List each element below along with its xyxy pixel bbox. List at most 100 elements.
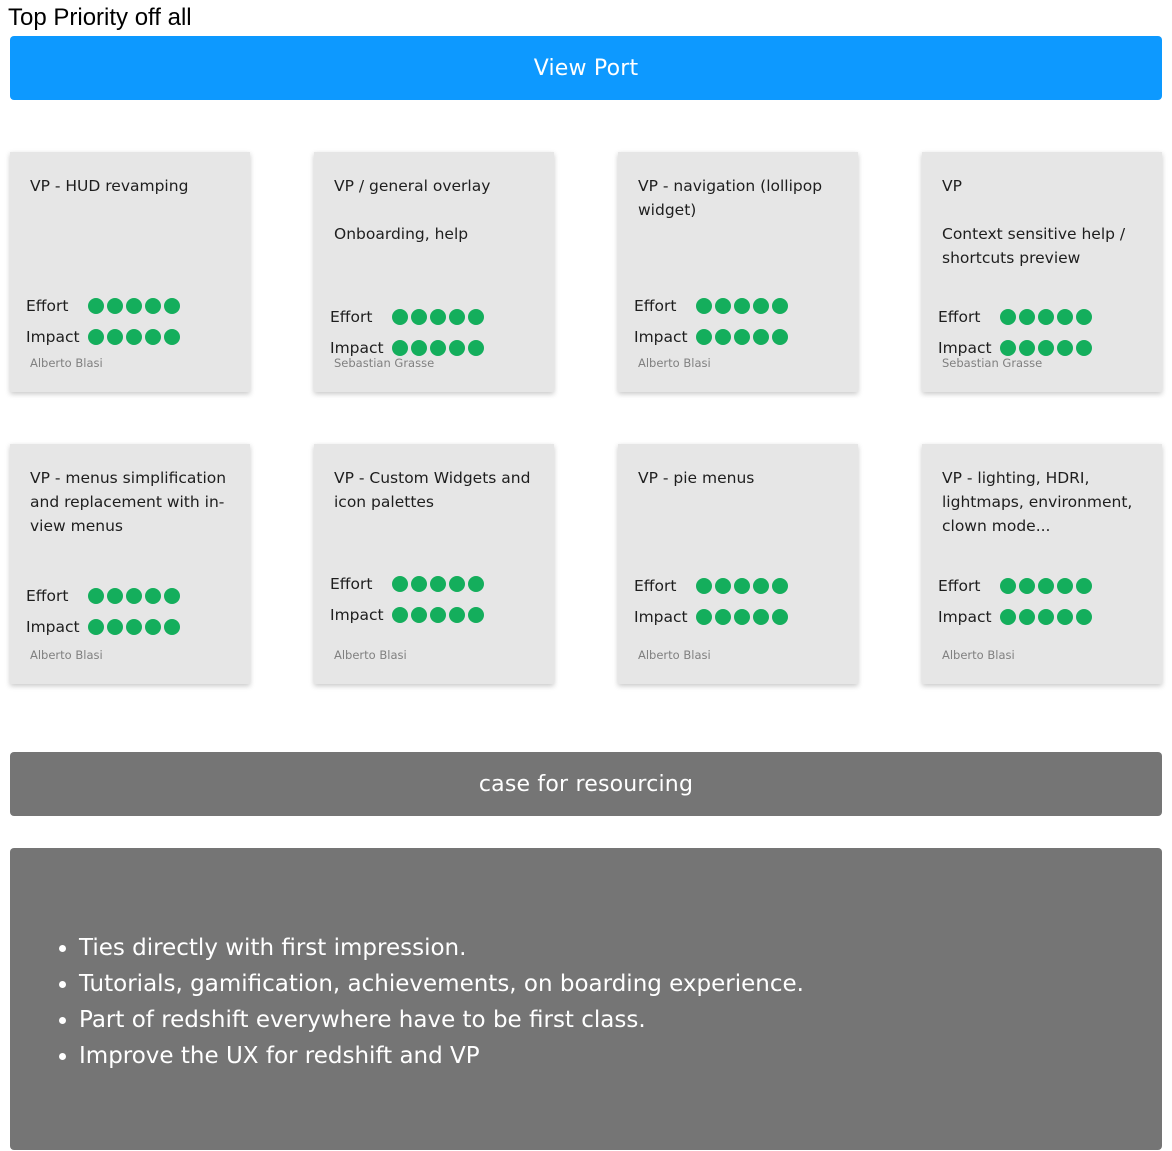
rating-dot[interactable] [126,618,142,635]
rating-dot[interactable] [1076,308,1092,325]
rating-dot[interactable] [1000,577,1016,594]
rating-dot[interactable] [753,577,769,594]
sticky-note-card[interactable]: VP Context sensitive help / shortcuts pr… [922,152,1162,392]
rating-dot[interactable] [107,618,123,635]
rating-dot[interactable] [1076,608,1092,625]
rating-dot[interactable] [1038,608,1054,625]
rating-dot[interactable] [449,308,465,325]
sticky-note-card[interactable]: VP - lighting, HDRI, lightmaps, environm… [922,444,1162,684]
effort-label: Effort [938,307,981,326]
rating-dot[interactable] [1000,608,1016,625]
rating-dot[interactable] [126,297,142,314]
impact-label: Impact [634,607,688,626]
case-bullet-item: Improve the UX for redshift and VP [79,1038,804,1074]
rating-dot[interactable] [715,328,731,345]
case-section-body[interactable]: Ties directly with first impression.Tuto… [10,848,1162,1150]
rating-dot[interactable] [411,606,427,623]
rating-dot[interactable] [1057,577,1073,594]
rating-dot[interactable] [753,297,769,314]
rating-dot[interactable] [1019,308,1035,325]
rating-dot[interactable] [145,618,161,635]
rating-dot[interactable] [107,328,123,345]
rating-dot[interactable] [430,606,446,623]
rating-dot[interactable] [1038,339,1054,356]
rating-dot[interactable] [145,297,161,314]
rating-dot[interactable] [88,618,104,635]
rating-dot[interactable] [715,577,731,594]
rating-dot[interactable] [468,606,484,623]
rating-dot[interactable] [1076,577,1092,594]
rating-dot[interactable] [88,587,104,604]
rating-dot[interactable] [88,328,104,345]
rating-dot[interactable] [772,608,788,625]
sticky-note-card[interactable]: VP - pie menus Effort Impact Alberto Blasi [618,444,858,684]
rating-dot[interactable] [734,297,750,314]
rating-dot[interactable] [126,328,142,345]
rating-dot[interactable] [164,587,180,604]
rating-dot[interactable] [696,608,712,625]
impact-rating-row: Impact [634,601,788,632]
rating-dot[interactable] [753,608,769,625]
rating-dot[interactable] [734,608,750,625]
rating-dot[interactable] [734,577,750,594]
rating-dot[interactable] [1038,577,1054,594]
rating-dot[interactable] [449,575,465,592]
rating-dot[interactable] [107,297,123,314]
rating-dot[interactable] [411,575,427,592]
rating-dot[interactable] [468,339,484,356]
rating-dot[interactable] [164,297,180,314]
rating-dot[interactable] [772,328,788,345]
rating-dot[interactable] [1057,608,1073,625]
rating-dot[interactable] [145,587,161,604]
rating-dot[interactable] [753,328,769,345]
sticky-note-card[interactable]: VP - Custom Widgets and icon palettes Eff… [314,444,554,684]
rating-dot[interactable] [88,297,104,314]
sticky-note-author: Alberto Blasi [334,648,407,662]
rating-dot[interactable] [772,577,788,594]
rating-dot[interactable] [430,575,446,592]
rating-dot[interactable] [107,587,123,604]
rating-dot[interactable] [411,339,427,356]
rating-dot[interactable] [430,308,446,325]
rating-dot[interactable] [1019,608,1035,625]
rating-dot[interactable] [164,328,180,345]
rating-dot[interactable] [1000,308,1016,325]
rating-dot[interactable] [1019,577,1035,594]
effort-dots [1000,308,1092,325]
rating-dot[interactable] [1057,339,1073,356]
rating-dot[interactable] [392,339,408,356]
sticky-note-card[interactable]: VP / general overlay Onboarding, help Eff… [314,152,554,392]
rating-dot[interactable] [696,577,712,594]
rating-dot[interactable] [126,587,142,604]
rating-dot[interactable] [449,606,465,623]
rating-dot[interactable] [1000,339,1016,356]
rating-dot[interactable] [392,575,408,592]
rating-dot[interactable] [468,308,484,325]
rating-dot[interactable] [449,339,465,356]
sticky-note-card[interactable]: VP - menus simplification and replacemen… [10,444,250,684]
rating-dot[interactable] [1057,308,1073,325]
rating-dot[interactable] [145,328,161,345]
rating-dot[interactable] [392,308,408,325]
rating-dot[interactable] [392,606,408,623]
rating-dot[interactable] [1076,339,1092,356]
rating-dot[interactable] [430,339,446,356]
rating-dot[interactable] [468,575,484,592]
rating-dot[interactable] [772,297,788,314]
effort-rating-row: Effort [634,570,788,601]
rating-dot[interactable] [715,608,731,625]
sticky-note-card[interactable]: VP - navigation (lollipop widget) Effort I… [618,152,858,392]
rating-dot[interactable] [164,618,180,635]
rating-dot[interactable] [1038,308,1054,325]
case-section-header[interactable]: case for resourcing [10,752,1162,816]
rating-dot[interactable] [411,308,427,325]
sticky-note-card[interactable]: VP - HUD revamping Effort Impact Alberto Bl… [10,152,250,392]
rating-dot[interactable] [696,328,712,345]
rating-dot[interactable] [734,328,750,345]
sticky-note-author: Alberto Blasi [30,356,103,370]
effort-label: Effort [330,574,373,593]
rating-dot[interactable] [1019,339,1035,356]
viewport-section-header[interactable]: View Port [10,36,1162,100]
rating-dot[interactable] [715,297,731,314]
rating-dot[interactable] [696,297,712,314]
